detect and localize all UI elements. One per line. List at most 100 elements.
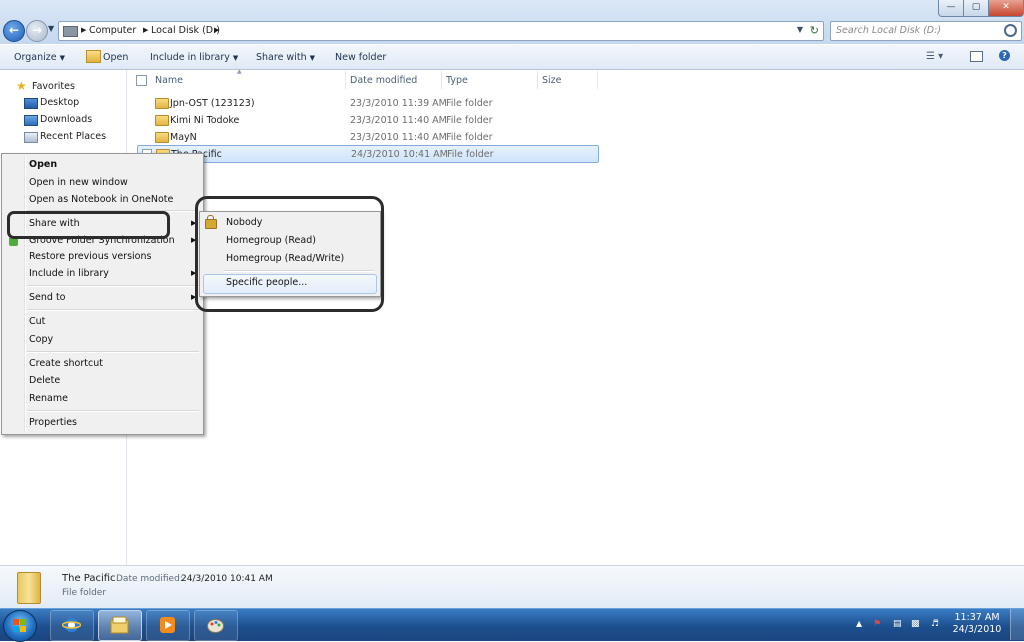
menu-item-open-new-window[interactable]: Open in new window [29,177,128,188]
menu-separator [27,309,199,311]
taskbar: ▲ ⚑ ▤ ▩ ♬ 11:37 AM 24/3/2010 [0,608,1024,642]
share-with-button[interactable]: Share with ▼ [256,52,315,63]
details-pane: The Pacific Date modified: 24/3/2010 10:… [0,565,1024,609]
back-arrow-icon: ← [8,23,20,37]
address-dropdown-icon[interactable]: ▼ [797,25,803,34]
address-bar[interactable]: ▶ Computer ▶ Local Disk (D:) ▶ ▼ ↻ [58,21,824,41]
forward-button[interactable]: → [26,20,48,42]
recent-pages-dropdown-icon[interactable]: ▼ [48,24,54,33]
nav-item-recent-places[interactable]: Recent Places [40,131,106,142]
file-date: 23/3/2010 11:39 AM [350,98,447,109]
paint-icon [207,619,224,633]
details-name: The Pacific [62,573,116,584]
column-divider[interactable] [441,71,442,89]
search-input[interactable]: Search Local Disk (D:) [830,21,1022,41]
menu-item-rename[interactable]: Rename [29,393,68,404]
column-header-name[interactable]: Name [155,75,183,86]
column-divider[interactable] [597,71,598,89]
menu-item-include-in-library[interactable]: Include in library [29,268,109,279]
chevron-down-icon: ▼ [232,54,239,62]
column-divider[interactable] [345,71,346,89]
annotation-highlight-submenu [195,196,384,312]
file-type: File folder [446,132,493,143]
sort-ascending-icon: ▲ [237,68,242,75]
menu-separator [27,410,199,412]
select-all-checkbox[interactable] [136,75,147,86]
help-icon[interactable]: ? [999,50,1010,61]
show-desktop-button[interactable] [1010,609,1024,640]
preview-pane-icon[interactable] [970,51,983,62]
downloads-icon [24,115,38,126]
file-row[interactable]: Kimi Ni Todoke 23/3/2010 11:40 AM File f… [137,112,597,128]
menu-separator [27,351,199,353]
close-button[interactable]: ✕ [988,0,1024,17]
minimize-button[interactable]: — [938,0,964,17]
volume-icon[interactable]: ♬ [931,619,939,629]
recent-places-icon [24,132,38,143]
menu-item-send-to[interactable]: Send to [29,292,65,303]
breadcrumb-computer[interactable]: Computer [89,25,136,36]
search-placeholder: Search Local Disk (D:) [836,25,942,36]
windows-logo-icon [13,619,26,632]
menu-item-copy[interactable]: Copy [29,334,53,345]
maximize-button[interactable]: ▢ [963,0,989,17]
column-divider[interactable] [537,71,538,89]
taskbar-internet-explorer[interactable] [50,610,94,641]
refresh-icon[interactable]: ↻ [810,24,819,37]
nav-favorites[interactable]: Favorites [32,81,75,92]
organize-button[interactable]: Organize ▼ [14,52,65,63]
menu-separator [27,285,199,287]
include-in-library-label: Include in library [150,52,230,63]
breadcrumb-separator-icon[interactable]: ▶ [143,26,148,34]
nav-item-desktop[interactable]: Desktop [40,97,79,108]
back-button[interactable]: ← [3,20,25,42]
nav-item-downloads[interactable]: Downloads [40,114,92,125]
internet-explorer-icon [62,618,81,632]
menu-item-open-onenote[interactable]: Open as Notebook in OneNote [29,194,173,205]
include-in-library-button[interactable]: Include in library ▼ [150,52,238,63]
change-view-icon[interactable]: ☰ ▾ [926,51,943,62]
menu-item-restore-previous-versions[interactable]: Restore previous versions [29,251,151,262]
show-hidden-icons-icon[interactable]: ▲ [856,619,862,628]
file-row-selected[interactable]: The Pacific 24/3/2010 10:41 AM File fold… [137,145,599,163]
file-row[interactable]: MayN 23/3/2010 11:40 AM File folder [137,129,597,145]
details-date-label: Date modified: [116,574,183,584]
action-center-icon[interactable]: ⚑ [873,619,881,629]
new-folder-button[interactable]: New folder [335,52,386,63]
breadcrumb-separator-icon[interactable]: ▶ [214,26,219,34]
file-type: File folder [446,98,493,109]
details-type: File folder [62,588,107,598]
taskbar-media-player[interactable] [146,610,190,641]
open-button[interactable]: Open [103,52,128,63]
signal-strength-icon[interactable]: ▩ [911,619,920,629]
menu-item-create-shortcut[interactable]: Create shortcut [29,358,103,369]
title-bar: ← → ▼ ▶ Computer ▶ Local Disk (D:) ▶ ▼ ↻… [0,0,1024,44]
file-name: Kimi Ni Todoke [170,115,240,126]
menu-item-properties[interactable]: Properties [29,417,77,428]
file-date: 23/3/2010 11:40 AM [350,115,447,126]
windows-explorer-icon [110,616,129,634]
organize-label: Organize [14,52,57,63]
column-header-type[interactable]: Type [446,75,468,86]
share-with-label: Share with [256,52,307,63]
menu-item-cut[interactable]: Cut [29,316,45,327]
forward-arrow-icon: → [31,23,43,37]
file-type: File folder [447,149,494,160]
breadcrumb-separator-icon[interactable]: ▶ [81,26,86,34]
column-header-date-modified[interactable]: Date modified [350,75,417,86]
taskbar-paint[interactable] [194,610,238,641]
search-icon[interactable] [1004,24,1017,37]
taskbar-windows-explorer[interactable] [98,610,142,641]
column-header-size[interactable]: Size [542,75,562,86]
menu-gutter [24,156,26,432]
breadcrumb-local-disk[interactable]: Local Disk (D:) [151,25,220,36]
file-name: Jpn-OST (123123) [170,98,255,109]
command-toolbar: Organize ▼ Open Include in library ▼ Share… [0,45,1024,70]
favorites-star-icon: ★ [16,79,27,93]
clock[interactable]: 11:37 AM 24/3/2010 [950,612,1004,636]
menu-item-open[interactable]: Open [29,159,57,170]
network-icon[interactable]: ▤ [893,619,902,629]
file-row[interactable]: Jpn-OST (123123) 23/3/2010 11:39 AM File… [137,95,597,111]
start-button[interactable] [3,610,37,642]
menu-item-delete[interactable]: Delete [29,375,60,386]
